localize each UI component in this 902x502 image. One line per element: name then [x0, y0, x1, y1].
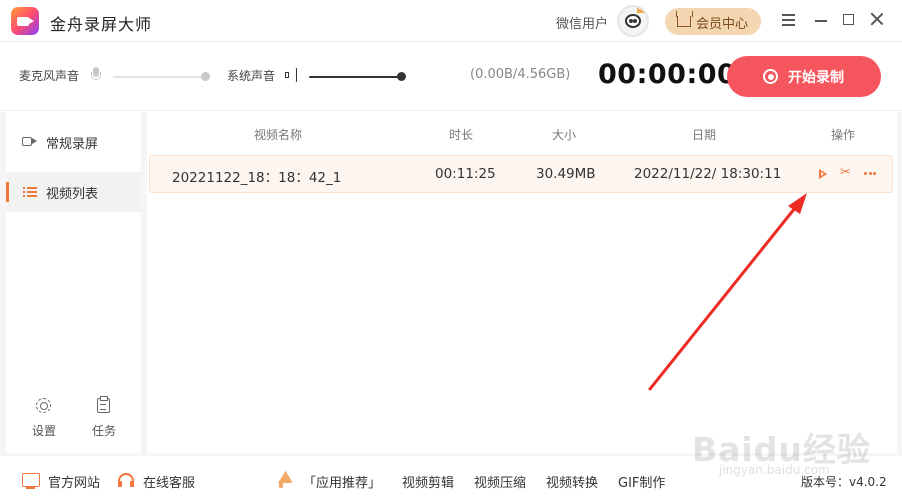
video-name: 20221122_18：18：42_1	[172, 170, 342, 186]
video-edit-link[interactable]: 视频剪辑	[402, 472, 454, 491]
speaker-icon[interactable]	[284, 67, 302, 83]
minimize-icon[interactable]	[813, 11, 831, 29]
vip-center-label: 会员中心	[696, 17, 749, 32]
mic-volume-label: 麦克风声音	[19, 69, 80, 83]
video-duration: 00:11:25	[435, 166, 496, 182]
clipboard-icon	[97, 396, 110, 413]
main-area: 常规录屏 视频列表 设置 任务 视频名称 时长 大小 日期 操作 2022112…	[0, 112, 902, 456]
active-indicator	[6, 182, 9, 202]
start-recording-button[interactable]: 开始录制	[727, 56, 881, 97]
table-header: 视频名称 时长 大小 日期 操作	[147, 112, 897, 152]
list-icon	[23, 186, 37, 198]
app-title: 金舟录屏大师	[50, 15, 153, 34]
video-size: 30.49MB	[536, 166, 596, 182]
mic-volume-knob[interactable]	[201, 72, 210, 81]
app-recommend-label: 「应用推荐」	[303, 476, 382, 491]
version-label: 版本号：v4.0.2	[801, 475, 887, 489]
crown-icon	[676, 11, 693, 27]
video-date: 2022/11/22/ 18:30:11	[634, 166, 782, 182]
megaphone-icon	[274, 469, 294, 490]
video-list-panel: 视频名称 时长 大小 日期 操作 20221122_18：18：42_1 00:…	[147, 112, 897, 453]
table-row[interactable]: 20221122_18：18：42_1 00:11:25 30.49MB 202…	[149, 155, 893, 193]
title-bar: 金舟录屏大师 微信用户 会员中心	[0, 0, 902, 42]
system-volume-knob[interactable]	[397, 72, 406, 81]
system-volume-slider[interactable]	[309, 76, 401, 78]
camera-icon	[22, 135, 37, 147]
header-duration: 时长	[449, 128, 474, 142]
start-recording-label: 开始录制	[788, 70, 844, 86]
microphone-icon[interactable]	[90, 67, 102, 83]
sidebar-item-label: 视频列表	[46, 187, 99, 202]
monitor-icon	[22, 473, 40, 489]
header-name: 视频名称	[254, 128, 303, 142]
tasks-label: 任务	[91, 424, 116, 438]
headset-icon	[118, 473, 134, 487]
gif-maker-link[interactable]: GIF制作	[618, 472, 665, 491]
header-size: 大小	[552, 128, 577, 142]
app-logo-icon	[11, 7, 39, 35]
avatar[interactable]	[617, 5, 649, 37]
vip-center-button[interactable]: 会员中心	[665, 8, 761, 35]
close-icon[interactable]	[868, 11, 886, 29]
mic-volume-slider[interactable]	[113, 76, 205, 78]
sidebar-item-normal-record[interactable]: 常规录屏	[6, 122, 141, 162]
online-service-link[interactable]: 在线客服	[143, 472, 195, 491]
footer: 官方网站 在线客服 「应用推荐」 视频剪辑 视频压缩 视频转换 GIF制作 版本…	[0, 459, 902, 502]
record-icon	[763, 69, 778, 84]
video-convert-link[interactable]: 视频转换	[546, 472, 598, 491]
official-site-link[interactable]: 官方网站	[48, 472, 100, 491]
sidebar-item-video-list[interactable]: 视频列表	[6, 172, 141, 212]
storage-usage: (0.00B/4.56GB)	[470, 67, 571, 82]
settings-button[interactable]: 设置	[19, 398, 69, 442]
recording-controls: 麦克风声音 系统声音 (0.00B/4.56GB) 00:00:00 开始录制	[0, 43, 902, 111]
maximize-icon[interactable]	[840, 11, 858, 29]
menu-icon[interactable]	[780, 11, 798, 29]
sidebar: 常规录屏 视频列表 设置 任务	[6, 112, 141, 453]
header-date: 日期	[692, 128, 717, 142]
user-name[interactable]: 微信用户	[556, 13, 608, 32]
scissors-icon[interactable]: ✂	[840, 166, 854, 180]
gear-icon	[36, 398, 51, 413]
record-timer: 00:00:00	[598, 59, 737, 90]
tasks-button[interactable]: 任务	[79, 396, 129, 442]
system-volume-label: 系统声音	[227, 69, 276, 83]
play-icon[interactable]	[818, 168, 828, 180]
video-compress-link[interactable]: 视频压缩	[474, 472, 526, 491]
sidebar-item-label: 常规录屏	[46, 137, 99, 152]
header-actions: 操作	[831, 128, 856, 142]
settings-label: 设置	[31, 424, 56, 438]
more-icon[interactable]	[864, 172, 878, 176]
